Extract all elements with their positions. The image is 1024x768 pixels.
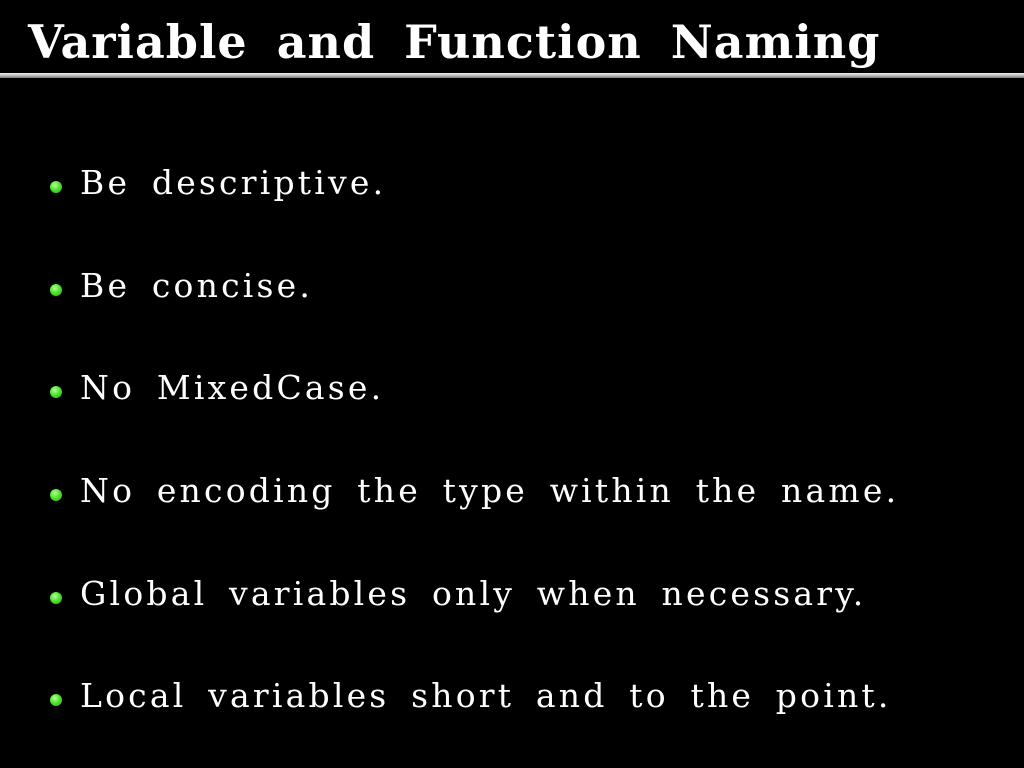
bullet-dot-icon [50,694,62,707]
bullet-text: Be descriptive. [80,163,387,203]
bullet-dot-icon [50,283,62,296]
slide-title: Variable and Function Naming [28,15,881,69]
title-divider [0,73,1024,78]
bullet-text: Local variables short and to the point. [80,676,892,716]
bullet-dot-icon [50,181,62,194]
bullet-item: Local variables short and to the point. [50,645,899,748]
bullet-dot-icon [50,489,62,502]
bullet-text: No encoding the type within the name. [80,471,900,511]
bullet-item: Global variables only when necessary. [50,542,899,645]
bullet-list: Be descriptive. Be concise. No MixedCase… [50,132,899,748]
bullet-text: No MixedCase. [80,368,385,408]
bullet-dot-icon [50,591,62,604]
bullet-text: Global variables only when necessary. [80,573,867,613]
bullet-item: Be concise. [50,235,899,338]
bullet-item: Be descriptive. [50,132,899,235]
bullet-item: No encoding the type within the name. [50,440,899,543]
slide: Variable and Function Naming Be descript… [0,0,1024,768]
bullet-dot-icon [50,386,62,399]
bullet-text: Be concise. [80,265,314,305]
bullet-item: No MixedCase. [50,337,899,440]
